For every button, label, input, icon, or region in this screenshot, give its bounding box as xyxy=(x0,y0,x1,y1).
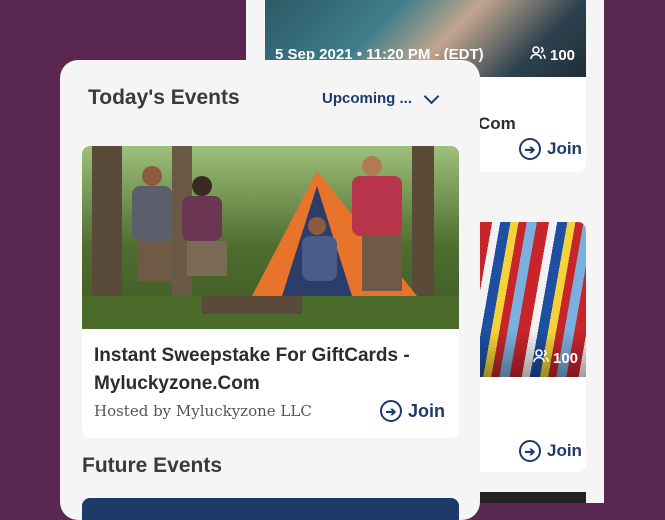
future-events-heading: Future Events xyxy=(82,454,223,477)
event-host: Hosted by Myluckyzone LLC xyxy=(94,402,312,420)
arrow-circle-right-icon: ➔ xyxy=(519,440,541,462)
event-filter-label: Upcoming ... xyxy=(322,90,412,107)
event-title: Instant Sweepstake For GiftCards - Myluc… xyxy=(94,345,410,394)
join-button[interactable]: ➔ Join xyxy=(519,138,582,160)
event-filter-dropdown[interactable]: Upcoming ... xyxy=(322,88,440,107)
join-button[interactable]: ➔ Join xyxy=(380,400,445,422)
event-card[interactable]: Instant Sweepstake For GiftCards - Myluc… xyxy=(82,146,459,438)
join-button[interactable]: ➔ Join xyxy=(519,440,582,462)
attendee-count: 100 xyxy=(533,349,578,367)
event-title: Com xyxy=(478,114,516,133)
chevron-down-icon xyxy=(423,88,440,104)
event-image xyxy=(82,146,459,329)
join-label: Join xyxy=(408,400,446,421)
future-event-card[interactable] xyxy=(82,498,459,520)
background-event-image-3 xyxy=(478,492,586,503)
todays-events-panel: Today's Events Upcoming ... Instant Swee… xyxy=(60,60,480,520)
arrow-circle-right-icon: ➔ xyxy=(380,400,402,422)
people-icon xyxy=(533,349,549,367)
attendee-count: 100 xyxy=(530,46,586,64)
todays-events-heading: Today's Events xyxy=(88,86,240,109)
arrow-circle-right-icon: ➔ xyxy=(519,138,541,160)
people-icon xyxy=(530,46,546,64)
